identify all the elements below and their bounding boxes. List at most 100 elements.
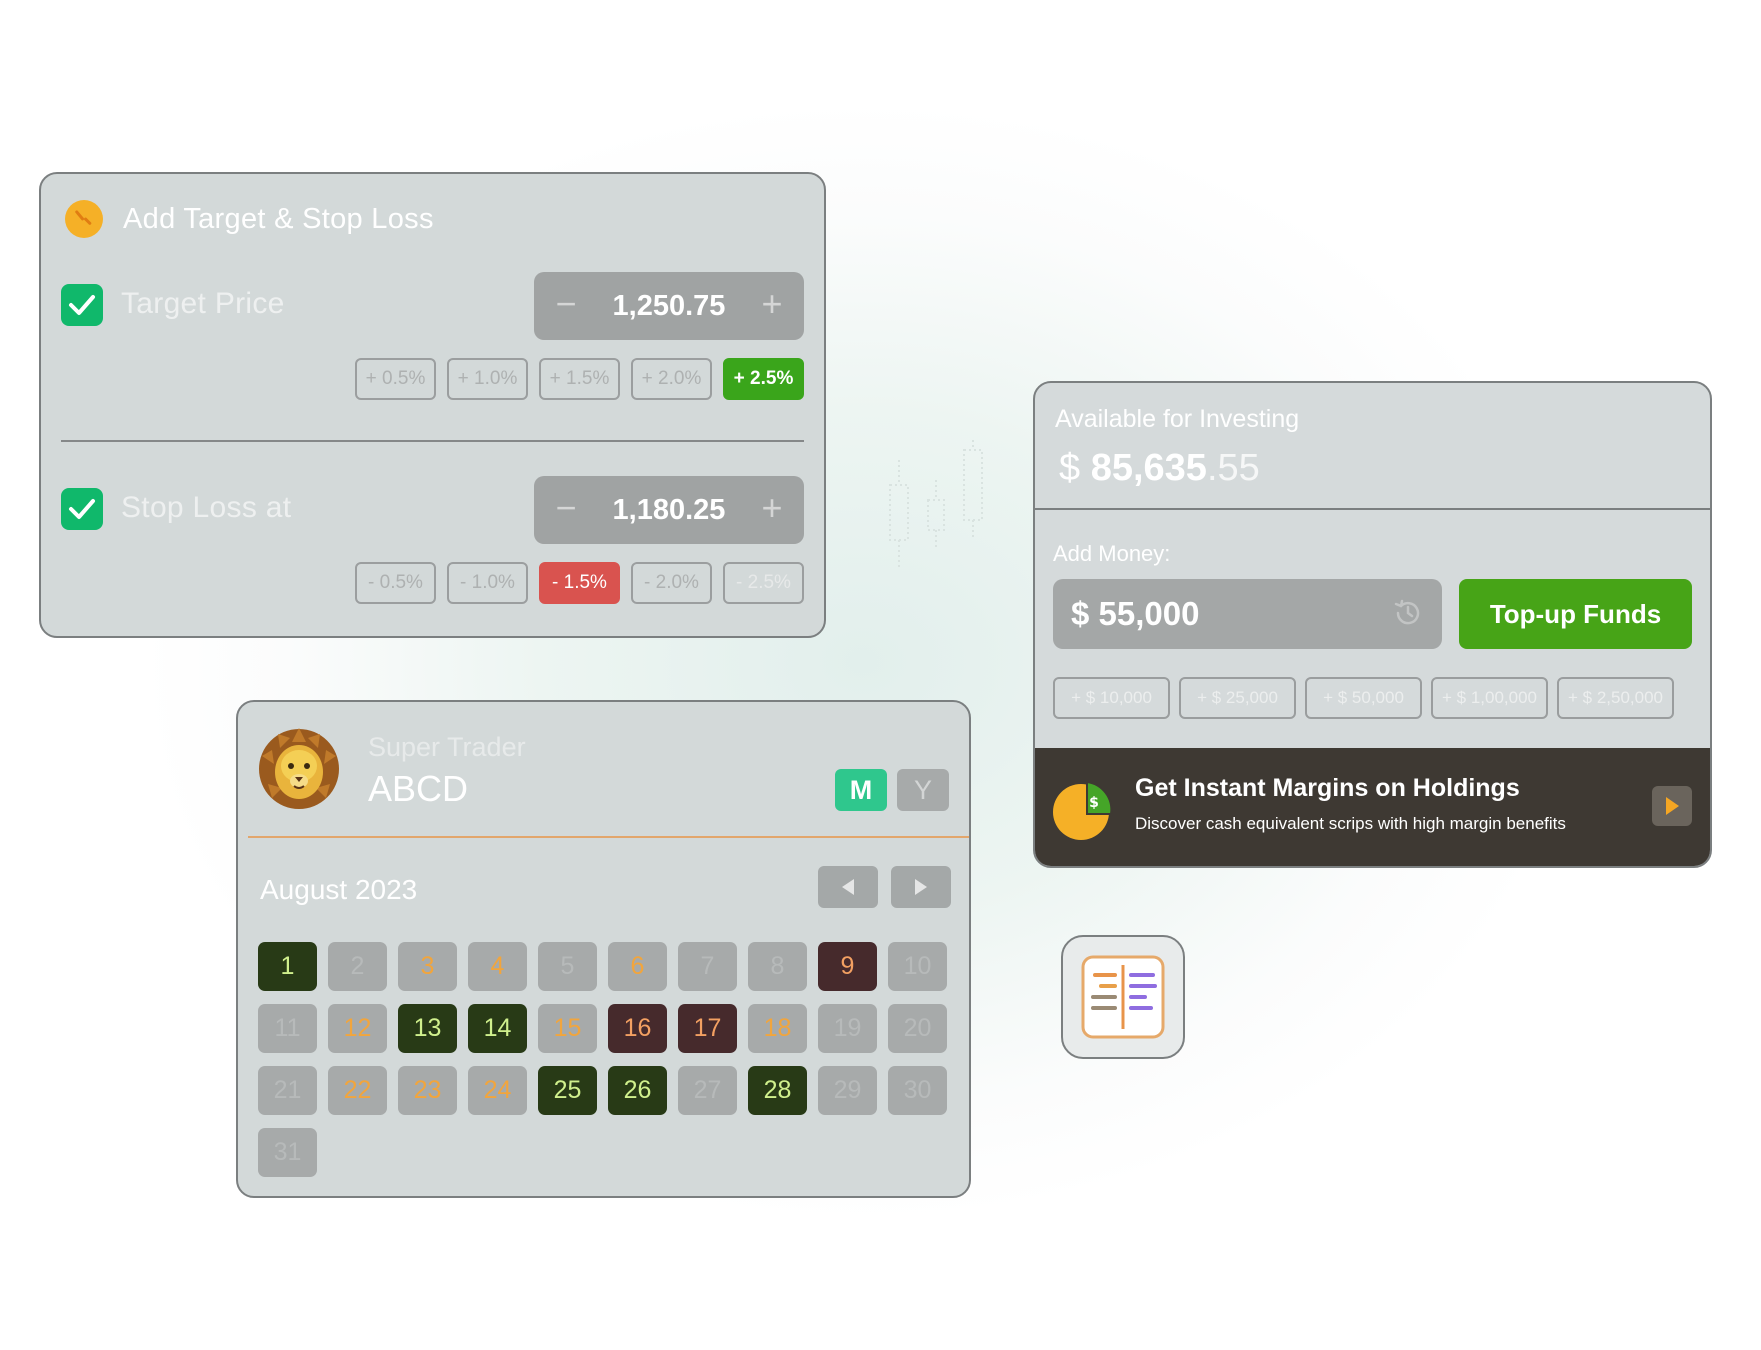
available-amount: $ 85,635.55 <box>1059 447 1260 490</box>
calendar-day[interactable]: 23 <box>398 1066 457 1115</box>
chip-target-2-5[interactable]: + 2.5% <box>723 358 804 400</box>
target-row: Target Price − 1,250.75 + + 0.5% + 1.0% … <box>61 264 804 424</box>
calendar-day[interactable]: 4 <box>468 942 527 991</box>
calendar-day[interactable]: 13 <box>398 1004 457 1053</box>
trader-subtitle: Super Trader <box>368 732 526 762</box>
card-title: Add Target & Stop Loss <box>123 202 434 235</box>
calendar-day[interactable]: 25 <box>538 1066 597 1115</box>
pie-chart-icon: $ <box>1053 780 1113 840</box>
header-divider <box>248 836 969 838</box>
calendar-day[interactable]: 17 <box>678 1004 737 1053</box>
calendar-day[interactable]: 11 <box>258 1004 317 1053</box>
next-month-button[interactable] <box>891 866 951 908</box>
toggle-month[interactable]: M <box>835 769 887 811</box>
target-price-label: Target Price <box>121 287 285 320</box>
calendar-day[interactable]: 5 <box>538 942 597 991</box>
toggle-year[interactable]: Y <box>897 769 949 811</box>
calendar-day[interactable]: 1 <box>258 942 317 991</box>
trader-name: ABCD <box>368 768 469 809</box>
candlestick-decoration <box>889 440 983 570</box>
calendar-day[interactable]: 29 <box>818 1066 877 1115</box>
calendar-day[interactable]: 12 <box>328 1004 387 1053</box>
calendar-day[interactable]: 19 <box>818 1004 877 1053</box>
calendar-day[interactable]: 22 <box>328 1066 387 1115</box>
target-percent-chips: + 0.5% + 1.0% + 1.5% + 2.0% + 2.5% <box>355 358 804 400</box>
promo-arrow-button[interactable] <box>1652 786 1692 826</box>
lion-avatar <box>259 728 339 809</box>
app-icon-tile[interactable] <box>1061 935 1185 1059</box>
prev-month-button[interactable] <box>818 866 878 908</box>
calendar-day[interactable]: 7 <box>678 942 737 991</box>
calendar-day[interactable]: 24 <box>468 1066 527 1115</box>
calendar-day[interactable]: 21 <box>258 1066 317 1115</box>
caret-right-icon <box>915 879 927 895</box>
increment-button[interactable]: + <box>752 282 792 326</box>
available-label: Available for Investing <box>1055 405 1300 433</box>
chip-target-1-5[interactable]: + 1.5% <box>539 358 620 400</box>
check-icon <box>69 295 95 315</box>
history-icon[interactable] <box>1392 597 1424 629</box>
calendar-grid: 1 2 3 4 5 6 7 8 9 10 11 12 13 14 15 16 17 18 19 20 21 22 23 24 2… <box>258 942 947 1177</box>
chip-target-1-0[interactable]: + 1.0% <box>447 358 528 400</box>
section-divider <box>1035 508 1710 510</box>
calendar-day[interactable]: 27 <box>678 1066 737 1115</box>
promo-subtitle: Discover cash equivalent scrips with hig… <box>1135 814 1566 833</box>
calendar-day[interactable]: 31 <box>258 1128 317 1177</box>
calendar-day[interactable]: 6 <box>608 942 667 991</box>
target-stop-loss-card: Add Target & Stop Loss Target Price − 1,… <box>39 172 826 638</box>
promo-title: Get Instant Margins on Holdings <box>1135 774 1520 802</box>
play-icon <box>1666 797 1679 815</box>
amount-input-value: $ 55,000 <box>1071 595 1200 632</box>
calendar-day[interactable]: 10 <box>888 942 947 991</box>
amount-input[interactable]: $ 55,000 <box>1053 579 1442 649</box>
chip-target-0-5[interactable]: + 0.5% <box>355 358 436 400</box>
chip-100000[interactable]: + $ 1,00,000 <box>1431 677 1548 719</box>
chip-250000[interactable]: + $ 2,50,000 <box>1557 677 1674 719</box>
calendar-day[interactable]: 2 <box>328 942 387 991</box>
card-header: Add Target & Stop Loss <box>65 200 434 238</box>
chip-50000[interactable]: + $ 50,000 <box>1305 677 1422 719</box>
chip-target-2-0[interactable]: + 2.0% <box>631 358 712 400</box>
check-icon <box>69 499 95 519</box>
target-checkbox[interactable] <box>61 284 103 326</box>
chip-sl-2-5[interactable]: - 2.5% <box>723 562 804 604</box>
increment-button[interactable]: + <box>752 486 792 530</box>
chip-25000[interactable]: + $ 25,000 <box>1179 677 1296 719</box>
calendar-day[interactable]: 18 <box>748 1004 807 1053</box>
split-list-icon <box>1081 955 1165 1039</box>
caret-left-icon <box>842 879 854 895</box>
amount-main: 85,635 <box>1090 447 1207 489</box>
calendar-day[interactable]: 14 <box>468 1004 527 1053</box>
calendar-day[interactable]: 9 <box>818 942 877 991</box>
pie-dollar-symbol: $ <box>1089 795 1099 811</box>
invest-card: Available for Investing $ 85,635.55 Add … <box>1033 381 1712 868</box>
amount-chips: + $ 10,000 + $ 25,000 + $ 50,000 + $ 1,0… <box>1053 677 1674 719</box>
calendar-day[interactable]: 8 <box>748 942 807 991</box>
clock-icon <box>65 200 103 238</box>
chip-sl-0-5[interactable]: - 0.5% <box>355 562 436 604</box>
trader-calendar-card: Super Trader ABCD M Y August 2023 123456… <box>236 700 971 1198</box>
section-divider <box>61 440 804 442</box>
calendar-day[interactable]: 26 <box>608 1066 667 1115</box>
calendar-day[interactable]: 30 <box>888 1066 947 1115</box>
chip-sl-1-0[interactable]: - 1.0% <box>447 562 528 604</box>
target-price-stepper[interactable]: − 1,250.75 + <box>534 272 804 340</box>
stop-loss-label: Stop Loss at <box>121 491 292 524</box>
chip-10000[interactable]: + $ 10,000 <box>1053 677 1170 719</box>
topup-funds-button[interactable]: Top-up Funds <box>1459 579 1692 649</box>
margin-promo-banner[interactable]: $ Get Instant Margins on Holdings Discov… <box>1035 748 1710 866</box>
add-money-label: Add Money: <box>1053 541 1171 566</box>
calendar-day[interactable]: 16 <box>608 1004 667 1053</box>
chip-sl-2-0[interactable]: - 2.0% <box>631 562 712 604</box>
calendar-day[interactable]: 28 <box>748 1066 807 1115</box>
stop-loss-checkbox[interactable] <box>61 488 103 530</box>
stop-loss-row: Stop Loss at − 1,180.25 + - 0.5% - 1.0% … <box>61 468 804 628</box>
calendar-day[interactable]: 3 <box>398 942 457 991</box>
calendar-day[interactable]: 20 <box>888 1004 947 1053</box>
calendar-day[interactable]: 15 <box>538 1004 597 1053</box>
amount-decimal: .55 <box>1206 447 1260 489</box>
stop-loss-stepper[interactable]: − 1,180.25 + <box>534 476 804 544</box>
chip-sl-1-5[interactable]: - 1.5% <box>539 562 620 604</box>
currency-symbol: $ <box>1059 447 1081 489</box>
stop-loss-percent-chips: - 0.5% - 1.0% - 1.5% - 2.0% - 2.5% <box>355 562 804 604</box>
